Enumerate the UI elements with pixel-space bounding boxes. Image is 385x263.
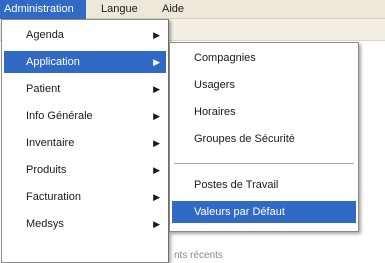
administration-menu: Agenda ▶ Application ▶ Patient ▶ Info Gé…	[1, 19, 169, 263]
submenu-item-groupes-de-securite[interactable]: Groupes de Sécurité	[172, 128, 356, 150]
chevron-right-icon: ▶	[153, 30, 160, 40]
menu-item-label: Produits	[26, 164, 67, 176]
menu-item-patient[interactable]: Patient ▶	[4, 78, 166, 100]
menu-administration[interactable]: Administration	[0, 0, 86, 19]
chevron-right-icon: ▶	[153, 111, 160, 121]
menu-item-application[interactable]: Application ▶	[4, 51, 166, 73]
menu-item-info-generale[interactable]: Info Générale ▶	[4, 105, 166, 127]
chevron-right-icon: ▶	[153, 165, 160, 175]
menu-item-facturation[interactable]: Facturation ▶	[4, 186, 166, 208]
submenu-item-valeurs-par-defaut[interactable]: Valeurs par Défaut	[172, 201, 356, 223]
menu-item-agenda[interactable]: Agenda ▶	[4, 24, 166, 46]
menu-item-label: Agenda	[26, 29, 64, 41]
menu-item-label: Facturation	[26, 191, 82, 203]
submenu-item-usagers[interactable]: Usagers	[172, 74, 356, 96]
submenu-item-horaires[interactable]: Horaires	[172, 101, 356, 123]
menu-item-medsys[interactable]: Medsys ▶	[4, 213, 166, 235]
menu-item-inventaire[interactable]: Inventaire ▶	[4, 132, 166, 154]
menu-bar: Administration Langue Aide	[0, 0, 385, 19]
application-submenu: Compagnies Usagers Horaires Groupes de S…	[169, 42, 359, 232]
chevron-right-icon: ▶	[153, 57, 160, 67]
chevron-right-icon: ▶	[153, 84, 160, 94]
chevron-right-icon: ▶	[153, 192, 160, 202]
background-text: nts récents	[174, 250, 223, 261]
menu-item-label: Info Générale	[26, 110, 93, 122]
menu-item-label: Inventaire	[26, 137, 75, 149]
chevron-right-icon: ▶	[153, 138, 160, 148]
menu-separator	[174, 163, 354, 164]
submenu-item-compagnies[interactable]: Compagnies	[172, 47, 356, 69]
chevron-right-icon: ▶	[153, 219, 160, 229]
submenu-item-postes-de-travail[interactable]: Postes de Travail	[172, 174, 356, 196]
menu-item-label: Medsys	[26, 218, 64, 230]
menu-item-label: Patient	[26, 83, 61, 95]
menu-item-label: Application	[26, 56, 80, 68]
menu-langue[interactable]: Langue	[97, 0, 142, 19]
menu-aide[interactable]: Aide	[158, 0, 188, 19]
menu-item-produits[interactable]: Produits ▶	[4, 159, 166, 181]
